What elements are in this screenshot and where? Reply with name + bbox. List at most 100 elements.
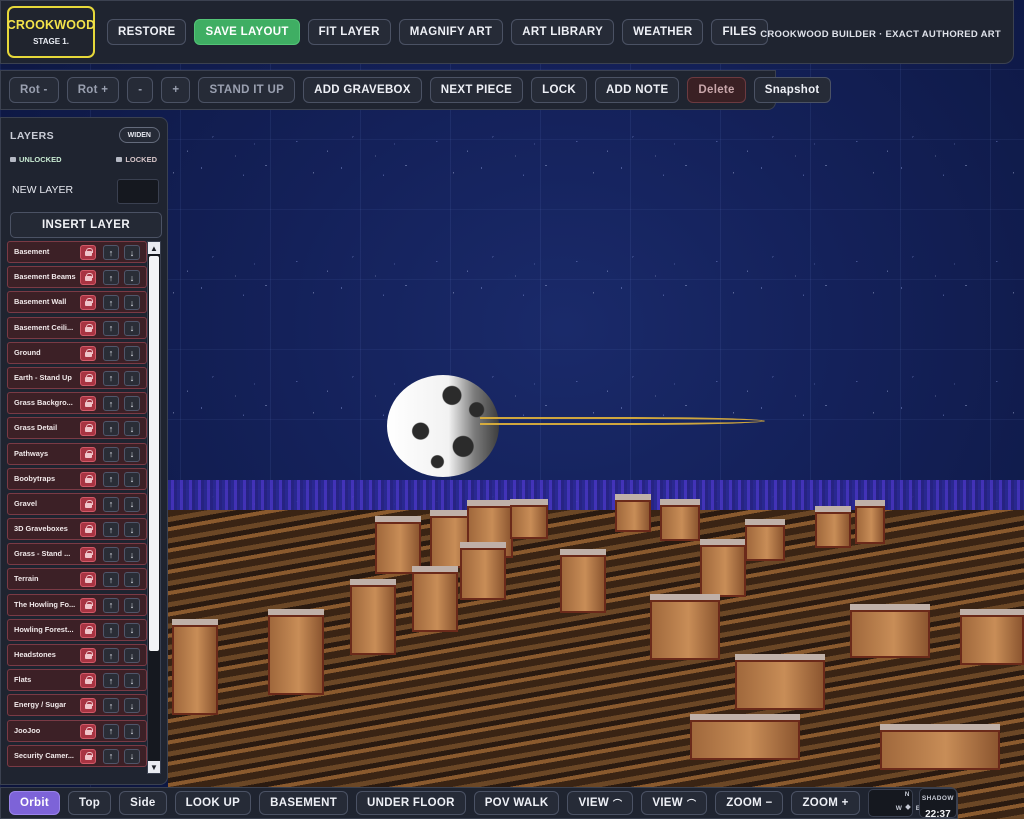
move-up-arrow-icon[interactable]: ↑ — [103, 345, 119, 361]
layer-row[interactable]: Grass Backgro... ↑ ↓ — [7, 392, 147, 415]
gravebox[interactable] — [880, 730, 1000, 770]
layer-row[interactable]: The Howling Fo... ↑ ↓ — [7, 593, 147, 616]
layer-row[interactable]: Ground ↑ ↓ — [7, 341, 147, 364]
stand-it-up-button[interactable]: STAND IT UP — [198, 77, 296, 103]
move-up-arrow-icon[interactable]: ↑ — [103, 421, 119, 437]
move-up-arrow-icon[interactable]: ↑ — [103, 547, 119, 563]
move-up-arrow-icon[interactable]: ↑ — [103, 446, 119, 462]
lock-toggle-icon[interactable] — [80, 396, 96, 412]
gravebox[interactable] — [850, 610, 930, 658]
lock-toggle-icon[interactable] — [80, 648, 96, 663]
scroll-down-arrow-icon[interactable]: ▼ — [148, 761, 160, 773]
layer-row[interactable]: Grass Detail ↑ ↓ — [7, 417, 147, 440]
gravebox[interactable] — [700, 545, 746, 597]
move-down-arrow-icon[interactable]: ↓ — [124, 320, 140, 336]
move-down-arrow-icon[interactable]: ↓ — [124, 270, 140, 286]
layer-row[interactable]: Pathways ↑ ↓ — [7, 442, 147, 465]
move-up-arrow-icon[interactable]: ↑ — [103, 622, 119, 638]
layer-row[interactable]: JooJoo ↑ ↓ — [7, 719, 147, 742]
lock-toggle-icon[interactable] — [80, 622, 96, 638]
layer-row[interactable]: Earth - Stand Up ↑ ↓ — [7, 366, 147, 389]
weather-button[interactable]: WEATHER — [622, 19, 704, 45]
lock-toggle-icon[interactable] — [80, 597, 96, 613]
shadow-time-control[interactable]: SHADOW 22:37 — [918, 788, 957, 819]
lock-toggle-icon[interactable] — [80, 572, 96, 588]
gravebox[interactable] — [745, 525, 785, 561]
lock-toggle-icon[interactable] — [80, 522, 96, 538]
magnify-art-button[interactable]: MAGNIFY ART — [398, 19, 504, 45]
move-up-arrow-icon[interactable]: ↑ — [103, 597, 119, 613]
compass-widget[interactable]: N W E — [867, 789, 920, 817]
zoom-out-button[interactable]: ZOOM − — [715, 791, 784, 815]
view-rotate-right-button[interactable]: VIEW ⌒ — [641, 791, 708, 815]
gravebox[interactable] — [510, 505, 548, 539]
move-up-arrow-icon[interactable]: ↑ — [103, 370, 119, 386]
scale-up-button[interactable]: + — [161, 77, 191, 103]
lock-toggle-icon[interactable] — [80, 345, 96, 361]
zoom-in-button[interactable]: ZOOM + — [791, 791, 860, 815]
layer-row[interactable]: Basement Wall ↑ ↓ — [7, 291, 147, 314]
lock-toggle-icon[interactable] — [80, 723, 96, 739]
add-gravebox-button[interactable]: ADD GRAVEBOX — [303, 77, 422, 103]
lock-toggle-icon[interactable] — [80, 496, 96, 512]
move-up-arrow-icon[interactable]: ↑ — [103, 522, 119, 538]
lock-toggle-icon[interactable] — [80, 547, 96, 563]
layer-row[interactable]: Security Camer... ↑ ↓ — [7, 744, 147, 767]
lock-toggle-icon[interactable] — [80, 673, 96, 689]
layer-row[interactable]: Headstones ↑ ↓ — [7, 644, 147, 666]
scrollbar-thumb[interactable] — [149, 256, 159, 651]
move-down-arrow-icon[interactable]: ↓ — [124, 421, 140, 437]
move-down-arrow-icon[interactable]: ↓ — [124, 295, 140, 311]
move-up-arrow-icon[interactable]: ↑ — [103, 320, 119, 336]
rotate-left-button[interactable]: Rot - — [9, 77, 59, 103]
layer-row[interactable]: Gravel ↑ ↓ — [7, 492, 147, 515]
move-up-arrow-icon[interactable]: ↑ — [103, 748, 119, 764]
move-up-arrow-icon[interactable]: ↑ — [103, 723, 119, 739]
move-down-arrow-icon[interactable]: ↓ — [124, 245, 140, 260]
move-up-arrow-icon[interactable]: ↑ — [103, 245, 119, 260]
moon-model[interactable] — [387, 375, 499, 477]
gravebox[interactable] — [735, 660, 825, 710]
gravebox[interactable] — [172, 625, 218, 715]
lock-toggle-icon[interactable] — [80, 471, 96, 487]
scroll-up-arrow-icon[interactable]: ▲ — [148, 242, 160, 254]
move-down-arrow-icon[interactable]: ↓ — [124, 622, 140, 638]
gravebox[interactable] — [615, 500, 651, 532]
move-down-arrow-icon[interactable]: ↓ — [124, 748, 140, 764]
brand-badge[interactable]: CROOKWOOD STAGE 1. — [7, 6, 95, 58]
orbit-mode-button[interactable]: Orbit — [9, 791, 60, 815]
move-down-arrow-icon[interactable]: ↓ — [124, 496, 140, 512]
pov-walk-button[interactable]: POV WALK — [473, 791, 560, 815]
gravebox[interactable] — [460, 548, 506, 600]
layer-row[interactable]: Basement Beams ↑ ↓ — [7, 266, 147, 289]
move-up-arrow-icon[interactable]: ↑ — [103, 572, 119, 588]
lock-toggle-icon[interactable] — [80, 698, 96, 714]
save-layout-button[interactable]: SAVE LAYOUT — [194, 19, 300, 45]
top-view-button[interactable]: Top — [67, 791, 112, 815]
gravebox[interactable] — [960, 615, 1024, 665]
side-view-button[interactable]: Side — [119, 791, 167, 815]
restore-button[interactable]: RESTORE — [107, 19, 187, 45]
layer-row[interactable]: Basement Ceili... ↑ ↓ — [7, 316, 147, 339]
move-down-arrow-icon[interactable]: ↓ — [124, 471, 140, 487]
art-library-button[interactable]: ART LIBRARY — [511, 19, 615, 45]
move-down-arrow-icon[interactable]: ↓ — [124, 345, 140, 361]
basement-button[interactable]: BASEMENT — [259, 791, 349, 815]
move-up-arrow-icon[interactable]: ↑ — [103, 673, 119, 689]
move-up-arrow-icon[interactable]: ↑ — [103, 270, 119, 286]
look-up-button[interactable]: LOOK UP — [174, 791, 252, 815]
gravebox[interactable] — [690, 720, 800, 760]
move-down-arrow-icon[interactable]: ↓ — [124, 673, 140, 689]
under-floor-button[interactable]: UNDER FLOOR — [356, 791, 466, 815]
move-up-arrow-icon[interactable]: ↑ — [103, 648, 119, 663]
lock-toggle-icon[interactable] — [80, 748, 96, 764]
layer-row[interactable]: Energy / Sugar ↑ ↓ — [7, 694, 147, 717]
layer-row[interactable]: Terrain ↑ ↓ — [7, 568, 147, 591]
scale-down-button[interactable]: - — [127, 77, 154, 103]
view-rotate-left-button[interactable]: VIEW ⌒ — [567, 791, 634, 815]
layer-row[interactable]: Basement ↑ ↓ — [7, 241, 147, 263]
move-down-arrow-icon[interactable]: ↓ — [124, 446, 140, 462]
move-up-arrow-icon[interactable]: ↑ — [103, 295, 119, 311]
move-up-arrow-icon[interactable]: ↑ — [103, 396, 119, 412]
lock-toggle-icon[interactable] — [80, 295, 96, 311]
